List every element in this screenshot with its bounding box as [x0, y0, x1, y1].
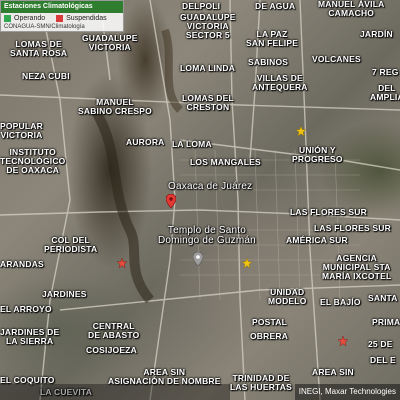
label-las-flores-sur-1: LAS FLORES SUR — [290, 207, 367, 217]
suspended-swatch-icon — [56, 15, 64, 22]
label-de-agua: DE AGUA — [255, 1, 296, 11]
label-arandas: ARANDAS — [0, 259, 44, 269]
label-volcanes: VOLCANES — [312, 54, 361, 64]
label-santa: SANTA — [368, 293, 398, 303]
label-las-flores-sur-2: LAS FLORES SUR — [314, 223, 391, 233]
label-el-bajio: EL BAJÍO — [320, 297, 361, 307]
attribution-bar-left — [0, 384, 230, 400]
label-america-sur: AMÉRICA SUR — [286, 235, 348, 245]
label-jardines: JARDINES — [42, 289, 87, 299]
label-area-sin: AREA SIN — [312, 367, 354, 377]
label-popular-victoria: POPULAR VICTORIA — [0, 121, 43, 140]
legend-credit: CONAGUA-SMN/Climatología — [4, 24, 85, 30]
map-attribution: INEGI, Maxar Technologies — [294, 384, 400, 400]
label-del-amplia: DEL AMPLIA — [370, 83, 400, 102]
label-el-arroyo: EL ARROYO — [0, 304, 52, 314]
label-loma-linda: LOMA LINDA — [180, 63, 236, 73]
label-guadalupe-victoria-sector5: GUADALUPE VICTORIA SECTOR 5 — [180, 12, 236, 40]
stations-legend-panel: Estaciones Climatológicas Operando Suspe… — [0, 0, 124, 32]
satellite-map[interactable]: Estaciones Climatológicas Operando Suspe… — [0, 0, 400, 400]
label-prima: PRIMA — [372, 317, 400, 327]
label-agencia-municipal: AGENCIA MUNICIPAL STA MARÍA IXCOTEL — [322, 253, 392, 281]
location-pin-icon[interactable] — [166, 194, 176, 208]
station-active-icon[interactable] — [242, 258, 252, 268]
label-25-de: 25 DE — [368, 339, 393, 349]
label-villas-de-antequera: VILLAS DE ANTEQUERA — [252, 73, 308, 92]
label-la-loma: LA LOMA — [172, 139, 212, 149]
station-suspended-icon[interactable] — [338, 336, 348, 346]
label-templo-santo-domingo: Templo de Santo Domingo de Guzmán — [158, 225, 256, 246]
label-aurora: AURORA — [126, 137, 165, 147]
label-sabinos: SABINOS — [248, 57, 289, 67]
active-swatch-icon — [4, 15, 11, 22]
label-obrera: OBRERA — [250, 331, 289, 341]
label-jardines-de-la-sierra: JARDINES DE LA SIERRA — [0, 327, 60, 346]
label-lomas-de-santa-rosa: LOMAS DE SANTA ROSA — [10, 39, 68, 58]
station-suspended-icon[interactable] — [117, 258, 127, 268]
label-jardin: JARDÍN — [360, 29, 393, 39]
label-postal: POSTAL — [252, 317, 288, 327]
label-neza-cubi: NEZA CUBI — [22, 71, 70, 81]
label-oaxaca-de-juarez: Oaxaca de Juárez — [168, 181, 253, 192]
station-active-icon[interactable] — [296, 126, 306, 136]
legend-row: Operando Suspendidas — [1, 13, 123, 24]
legend-active-label: Operando — [14, 15, 46, 22]
legend-title: Estaciones Climatológicas — [1, 1, 123, 13]
label-col-del-periodista: COL DEL PERIODISTA — [44, 235, 98, 254]
label-del-e: DEL E — [370, 355, 396, 365]
label-7-regiones: 7 REG — [372, 67, 399, 77]
label-la-paz-san-felipe: LA PAZ SAN FELIPE — [246, 29, 299, 48]
label-lomas-del-creston: LOMAS DEL CRESTON — [182, 93, 234, 112]
label-central-de-abasto: CENTRAL DE ABASTO — [88, 321, 140, 340]
label-del-poli: DELPOLI — [182, 1, 221, 11]
label-manuel-avila-camacho: MANUEL ÁVILA CAMACHO — [318, 0, 385, 18]
label-trinidad-de-las-huertas: TRINIDAD DE LAS HUERTAS — [230, 373, 293, 392]
label-los-mangales: LOS MANGALES — [190, 157, 261, 167]
legend-suspended-label: Suspendidas — [66, 15, 107, 22]
label-manuel-sabino-crespo: MANUEL SABINO CRESPO — [78, 97, 152, 116]
label-unidad-modelo: UNIDAD MODELO — [268, 287, 307, 306]
landmark-pin-icon[interactable] — [193, 252, 203, 266]
label-cosijoeza: COSIJOEZA — [86, 345, 137, 355]
label-instituto-tecnologico: INSTITUTO TECNOLÓGICO DE OAXACA — [0, 147, 66, 175]
label-union-y-progreso: UNIÓN Y PROGRESO — [292, 145, 343, 164]
label-guadalupe-victoria: GUADALUPE VICTORIA — [82, 33, 138, 52]
